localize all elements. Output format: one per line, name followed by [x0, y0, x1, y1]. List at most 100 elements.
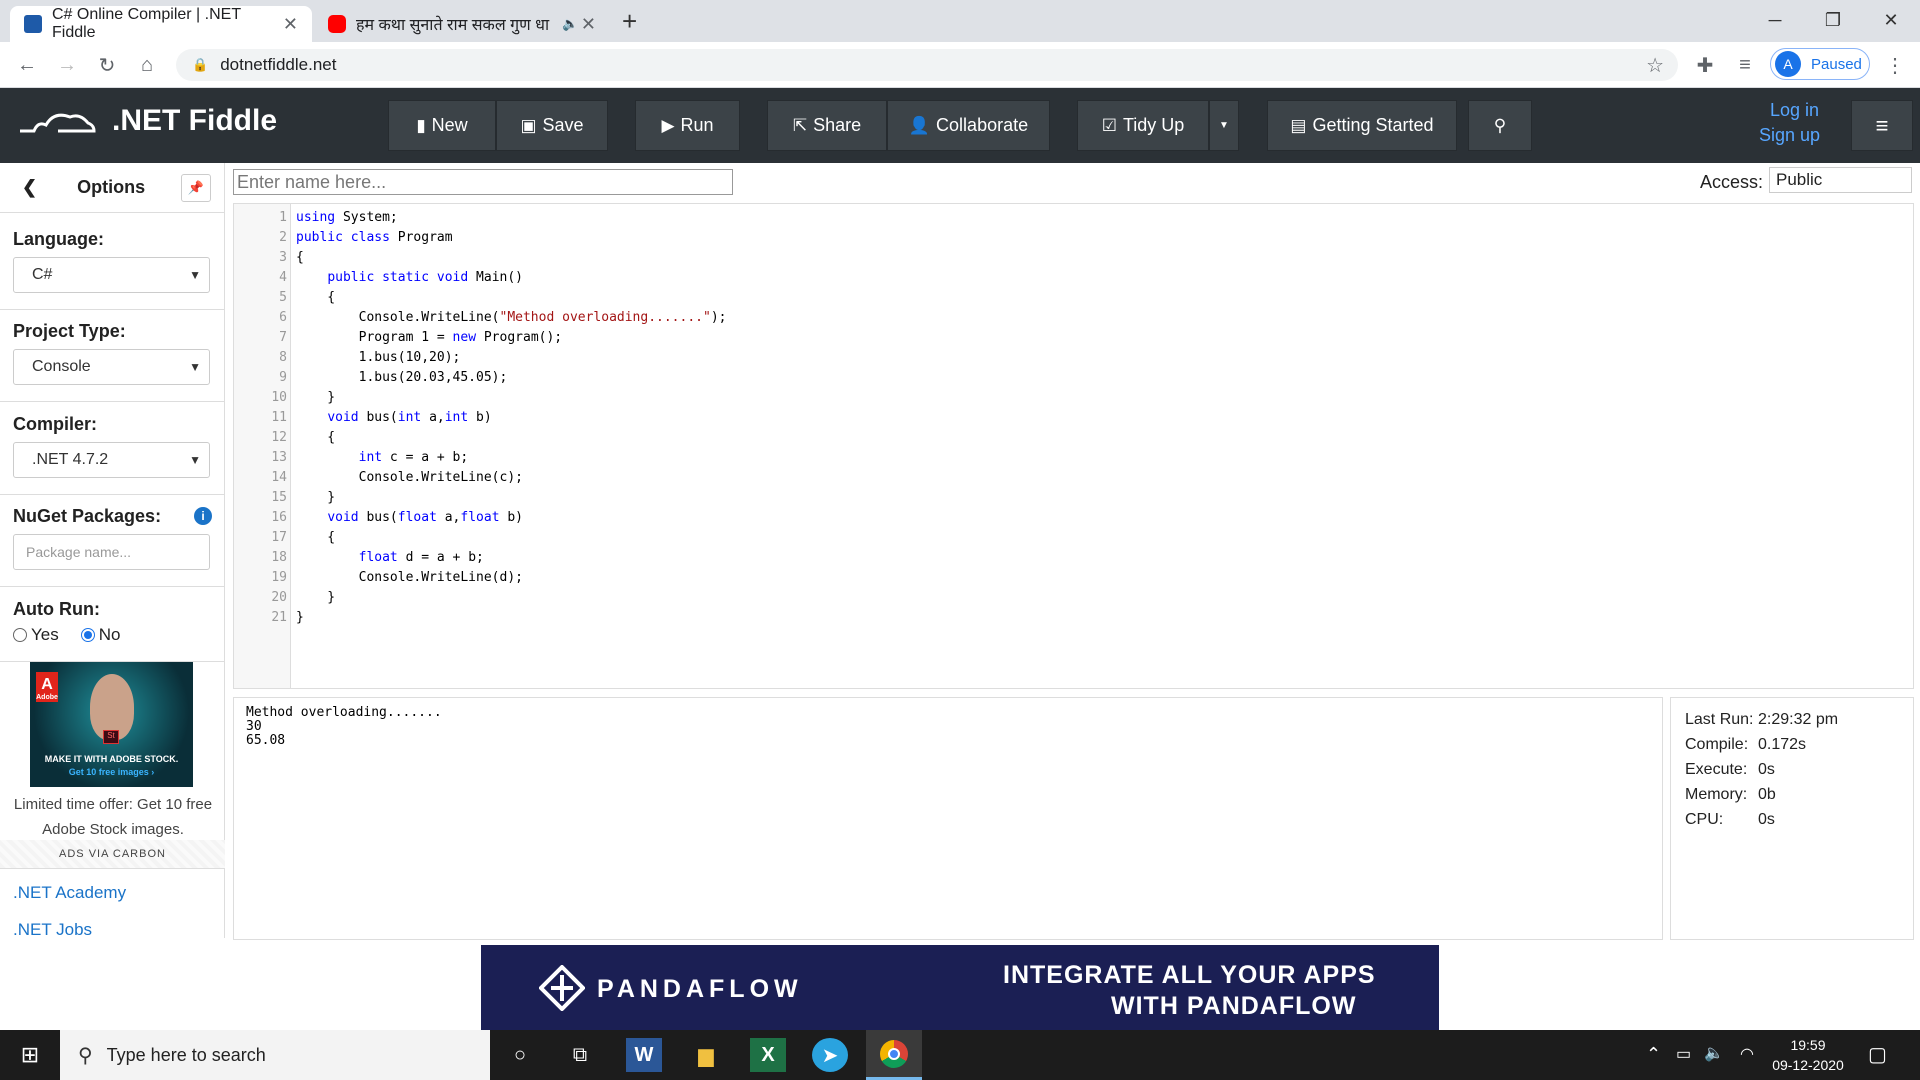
divider — [0, 401, 225, 402]
info-icon[interactable]: i — [194, 507, 212, 525]
line-number: 10 — [271, 390, 287, 405]
line-number: 20 — [271, 590, 287, 605]
pandaflow-banner-ad[interactable]: PANDAFLOW INTEGRATE ALL YOUR APPS WITH P… — [481, 945, 1439, 1031]
task-view-icon[interactable]: ⧉ — [562, 1038, 598, 1072]
code-line: } — [296, 610, 304, 625]
ad-text[interactable]: Limited time offer: Get 10 free Adobe St… — [3, 792, 223, 842]
line-number: 18 — [271, 550, 287, 565]
fiddle-name-input[interactable]: Enter name here... — [233, 169, 733, 195]
volume-icon[interactable]: 🔈 — [1704, 1043, 1724, 1063]
lock-icon: 🔒 — [192, 57, 209, 72]
nuget-package-input[interactable]: Package name... — [13, 534, 210, 570]
fiddle-logo[interactable]: .NET Fiddle — [18, 104, 277, 138]
search-icon: ⚲ — [1493, 115, 1507, 135]
reload-icon[interactable]: ↻ — [92, 50, 122, 80]
telegram-app-icon[interactable]: ➤ — [812, 1038, 848, 1072]
notification-icon[interactable]: ▢ — [1868, 1042, 1887, 1067]
home-icon[interactable]: ⌂ — [132, 50, 162, 80]
divider — [0, 868, 225, 869]
taskbar-clock[interactable]: 19:59 09-12-2020 — [1768, 1035, 1848, 1075]
new-label: New — [431, 115, 468, 135]
line-number: 11 — [271, 410, 287, 425]
line-number: 3 — [279, 250, 287, 265]
code-line: Console.WriteLine(d); — [296, 570, 523, 585]
project-type-select[interactable]: Console ▼ — [13, 349, 210, 385]
autorun-no-radio[interactable] — [80, 628, 95, 642]
word-app-icon[interactable]: W — [626, 1038, 662, 1072]
stat-value: 0.172s — [1758, 736, 1807, 753]
taskbar-search-input[interactable]: ⚲ Type here to search — [60, 1030, 490, 1080]
forward-icon[interactable]: → — [52, 50, 82, 80]
bookmark-star-icon[interactable]: ☆ — [1646, 53, 1664, 78]
getting-started-button[interactable]: ▤ Getting Started — [1267, 100, 1457, 151]
logo-text: .NET Fiddle — [112, 104, 277, 137]
save-button[interactable]: ▣ Save — [496, 100, 608, 151]
project-type-label: Project Type: — [13, 321, 126, 341]
code-line: { — [296, 290, 336, 305]
new-button[interactable]: ▮ New — [388, 100, 496, 151]
audio-playing-icon[interactable]: 🔈 — [562, 16, 578, 32]
ad-subline: Get 10 free images › — [68, 767, 155, 777]
pin-icon[interactable]: 📌 — [181, 173, 211, 202]
net-jobs-link[interactable]: .NET Jobs — [13, 920, 92, 940]
minimize-icon[interactable]: ─ — [1752, 6, 1798, 34]
windows-start-icon[interactable]: ⊞ — [12, 1038, 48, 1072]
cloud-logo-icon — [20, 113, 96, 133]
tidy-dropdown-button[interactable]: ▼ — [1209, 100, 1239, 151]
wifi-icon[interactable]: ◠ — [1740, 1044, 1754, 1064]
profile-button[interactable]: A Paused — [1770, 48, 1870, 80]
signup-link[interactable]: Sign up — [1759, 125, 1820, 146]
chevron-down-icon: ▼ — [189, 360, 201, 374]
chrome-app-icon[interactable] — [866, 1030, 922, 1080]
collapse-chevron-icon[interactable]: ❮ — [22, 177, 37, 198]
tidy-up-button[interactable]: ☑ Tidy Up — [1077, 100, 1209, 151]
new-tab-icon[interactable]: + — [622, 6, 637, 37]
stat-label: Last Run: — [1685, 711, 1754, 728]
line-number: 12 — [271, 430, 287, 445]
close-tab-icon[interactable]: ✕ — [283, 14, 298, 35]
share-label: Share — [813, 115, 862, 135]
close-tab-icon[interactable]: ✕ — [581, 14, 596, 35]
maximize-icon[interactable]: ❐ — [1810, 6, 1856, 34]
collaborate-button[interactable]: 👤 Collaborate — [887, 100, 1050, 151]
tab-dotnetfiddle[interactable]: C# Online Compiler | .NET Fiddle ✕ — [10, 6, 312, 42]
getting-started-label: Getting Started — [1312, 115, 1434, 135]
cpu-stat: CPU: 0s — [1685, 811, 1775, 829]
file-icon: ▮ — [416, 115, 426, 135]
pandaflow-brand: PANDAFLOW — [597, 975, 803, 1003]
collaborate-label: Collaborate — [936, 115, 1029, 135]
tab-youtube[interactable]: हम कथा सुनाते राम सकल गुण धा 🔈 ✕ — [314, 6, 610, 42]
url-input[interactable]: 🔒 dotnetfiddle.net ☆ — [176, 49, 1678, 81]
chevron-down-icon: ▼ — [189, 268, 201, 282]
run-button[interactable]: ▶ Run — [635, 100, 740, 151]
autorun-yes-radio[interactable] — [13, 628, 27, 642]
browser-menu-icon[interactable]: ⋮ — [1880, 50, 1910, 80]
ads-via-carbon[interactable]: ADS VIA CARBON — [0, 840, 225, 868]
compiler-select[interactable]: .NET 4.7.2 ▼ — [13, 442, 210, 478]
login-link[interactable]: Log in — [1770, 100, 1819, 121]
language-select[interactable]: C# ▼ — [13, 257, 210, 293]
autorun-options: Yes No — [13, 625, 120, 645]
window-close-icon[interactable]: ✕ — [1868, 6, 1914, 34]
file-explorer-icon[interactable]: ▆ — [688, 1038, 724, 1072]
excel-app-icon[interactable]: X — [750, 1038, 786, 1072]
back-icon[interactable]: ← — [12, 50, 42, 80]
access-select[interactable]: Public — [1769, 167, 1912, 193]
cortana-icon[interactable]: ○ — [502, 1038, 538, 1072]
search-button[interactable]: ⚲ — [1468, 100, 1532, 151]
adobe-stock-ad-image[interactable]: A Adobe St MAKE IT WITH ADOBE STOCK. Get… — [30, 662, 193, 787]
run-label: Run — [680, 115, 714, 135]
profile-status: Paused — [1811, 55, 1862, 73]
net-academy-link[interactable]: .NET Academy — [13, 883, 126, 903]
extensions-icon[interactable]: ✚ — [1690, 50, 1720, 80]
share-button[interactable]: ⇱ Share — [767, 100, 887, 151]
compiler-label: Compiler: — [13, 414, 98, 434]
tray-chevron-up-icon[interactable]: ⌃ — [1646, 1044, 1661, 1065]
language-value: C# — [32, 266, 53, 283]
dotnetfiddle-favicon-icon — [24, 15, 42, 33]
play-icon: ▶ — [661, 115, 675, 135]
hamburger-menu-button[interactable]: ≡ — [1851, 100, 1913, 151]
media-control-icon[interactable]: ≡ — [1730, 50, 1760, 80]
battery-icon[interactable]: ▭ — [1676, 1044, 1691, 1064]
output-line: Method overloading....... — [246, 705, 442, 720]
